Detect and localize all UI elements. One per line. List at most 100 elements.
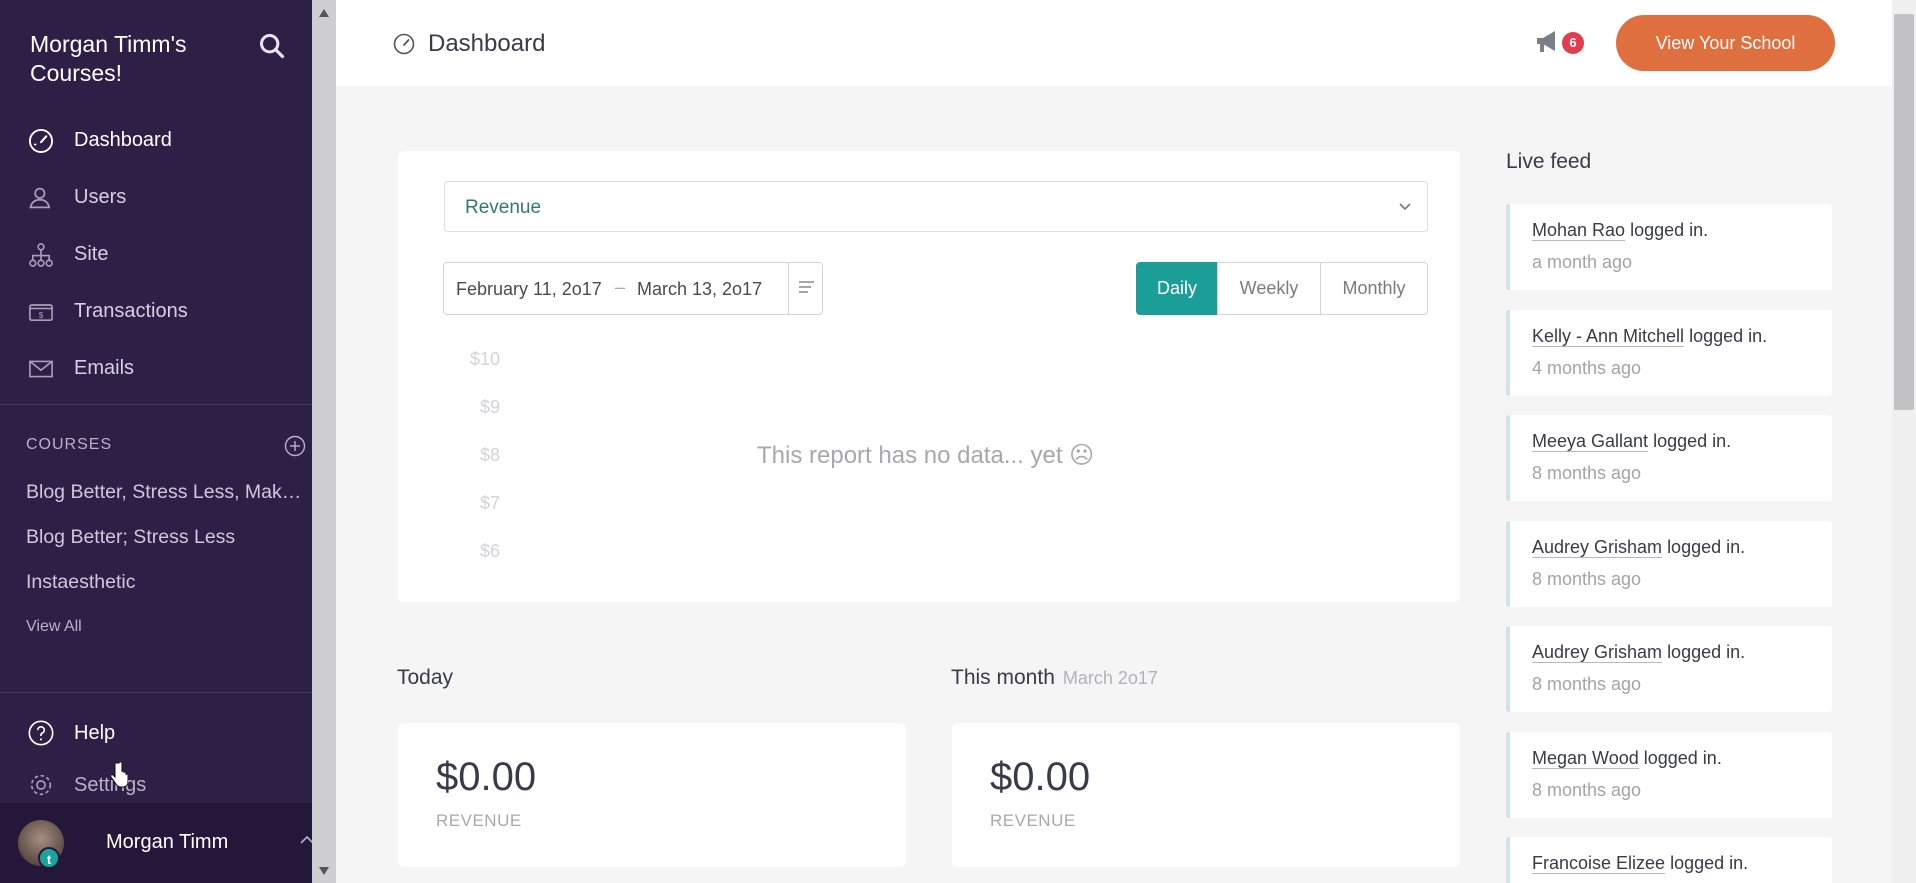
sidebar-item-label: Transactions	[74, 300, 188, 322]
course-link[interactable]: Blog Better; Stress Less	[26, 526, 310, 549]
course-link[interactable]: Instaesthetic	[26, 571, 310, 594]
sidebar-item-label: Emails	[74, 357, 135, 379]
feed-time: 8 months ago	[1532, 569, 1642, 589]
page-scrollbar-thumb[interactable]	[1894, 14, 1914, 410]
period-weekly-button[interactable]: Weekly	[1217, 262, 1321, 315]
feed-item: Audrey Grisham logged in. 8 months ago	[1506, 626, 1832, 712]
sidebar-item-site[interactable]: Site	[0, 226, 312, 283]
period-daily-button[interactable]: Daily	[1136, 262, 1218, 315]
top-header: Dashboard 6 View Your School	[336, 0, 1892, 86]
sidebar-item-transactions[interactable]: $ Transactions	[0, 283, 312, 340]
emails-icon	[26, 354, 56, 384]
sidebar-item-label: Users	[74, 186, 127, 208]
feed-user-link[interactable]: Kelly - Ann Mitchell	[1532, 326, 1685, 347]
month-revenue-label: REVENUE	[990, 811, 1076, 830]
today-revenue-label: REVENUE	[436, 811, 522, 830]
feed-action: logged in.	[1689, 326, 1768, 346]
search-icon[interactable]	[258, 32, 286, 60]
feed-time: 8 months ago	[1532, 463, 1642, 483]
feed-item: Mohan Rao logged in. a month ago	[1506, 204, 1832, 290]
month-revenue-card: $0.00 REVENUE	[952, 723, 1460, 867]
sidebar-item-emails[interactable]: Emails	[0, 340, 312, 397]
feed-item: Kelly - Ann Mitchell logged in. 4 months…	[1506, 310, 1832, 396]
add-course-icon[interactable]	[284, 435, 306, 457]
feed-user-link[interactable]: Mohan Rao	[1532, 220, 1626, 241]
menu-icon	[799, 281, 814, 293]
scroll-up-icon[interactable]	[318, 8, 330, 18]
scroll-down-icon[interactable]	[318, 866, 330, 876]
date-to-input[interactable]: March 13, 2o17	[637, 279, 762, 300]
mouse-cursor-icon	[110, 762, 128, 788]
sidebar-item-help[interactable]: Help	[26, 718, 115, 748]
report-metric-select[interactable]: Revenue	[444, 181, 1428, 232]
period-monthly-button[interactable]: Monthly	[1320, 262, 1428, 315]
sidebar-scrollbar[interactable]	[312, 0, 336, 883]
feed-time: 4 months ago	[1532, 358, 1642, 378]
user-name: Morgan Timm	[106, 831, 229, 853]
feed-user-link[interactable]: Audrey Grisham	[1532, 537, 1663, 558]
feed-action: logged in.	[1643, 748, 1722, 768]
chevron-down-icon	[1399, 203, 1411, 211]
sidebar: Morgan Timm's Courses! Dashboard Users S…	[0, 0, 314, 883]
help-icon	[26, 718, 56, 748]
today-revenue-card: $0.00 REVENUE	[398, 723, 906, 867]
dashboard-icon	[26, 126, 56, 156]
month-revenue-value: $0.00	[990, 755, 1091, 799]
sidebar-divider	[0, 404, 312, 405]
y-tick-label: $8	[479, 445, 500, 465]
feed-action: logged in.	[1653, 431, 1732, 451]
y-tick-label: $9	[479, 397, 500, 417]
report-metric-value: Revenue	[465, 197, 542, 218]
feed-user-link[interactable]: Meeya Gallant	[1532, 431, 1649, 452]
feed-time: 8 months ago	[1532, 674, 1642, 694]
month-heading: This month March 2o17	[951, 666, 1158, 690]
today-heading: Today	[397, 666, 453, 690]
live-feed-title: Live feed	[1506, 150, 1592, 173]
feed-action: logged in.	[1630, 220, 1709, 240]
sidebar-item-dashboard[interactable]: Dashboard	[0, 112, 312, 169]
sidebar-item-label: Site	[74, 243, 109, 265]
feed-user-link[interactable]: Megan Wood	[1532, 748, 1639, 769]
date-separator: –	[615, 277, 626, 297]
feed-time: 8 months ago	[1532, 780, 1642, 800]
dashboard-icon	[393, 33, 415, 55]
course-link[interactable]: Blog Better, Stress Less, Make Money	[26, 481, 310, 504]
feed-item: Megan Wood logged in. 8 months ago	[1506, 732, 1832, 818]
feed-action: logged in.	[1670, 853, 1749, 873]
feed-action: logged in.	[1667, 537, 1746, 557]
date-from-input[interactable]: February 11, 2o17	[456, 279, 602, 300]
feed-item: Meeya Gallant logged in. 8 months ago	[1506, 415, 1832, 501]
page-title: Dashboard	[428, 30, 546, 57]
sidebar-item-settings[interactable]: Settings	[26, 770, 146, 800]
transactions-icon: $	[26, 297, 56, 327]
feed-action: logged in.	[1667, 642, 1746, 662]
sidebar-divider	[0, 692, 312, 693]
avatar-badge: t	[38, 847, 60, 869]
school-name[interactable]: Morgan Timm's Courses!	[30, 30, 240, 88]
feed-item: Audrey Grisham logged in. 8 months ago	[1506, 521, 1832, 607]
sidebar-item-label: Help	[74, 721, 116, 744]
users-icon	[26, 183, 56, 213]
view-school-button[interactable]: View Your School	[1616, 15, 1835, 71]
notification-badge: 6	[1562, 32, 1584, 54]
month-subheading: March 2o17	[1062, 668, 1158, 688]
feed-user-link[interactable]: Francoise Elizee	[1532, 853, 1666, 874]
sidebar-item-users[interactable]: Users	[0, 169, 312, 226]
y-tick-label: $6	[479, 541, 500, 561]
today-revenue-value: $0.00	[436, 755, 537, 799]
feed-user-link[interactable]: Audrey Grisham	[1532, 642, 1663, 663]
y-tick-label: $10	[469, 349, 500, 369]
sidebar-item-label: Dashboard	[74, 129, 172, 151]
site-icon	[26, 240, 56, 270]
gear-icon	[26, 770, 56, 800]
date-range-picker: February 11, 2o17 – March 13, 2o17	[443, 262, 823, 315]
today-heading-text: Today	[397, 666, 454, 689]
feed-time: a month ago	[1532, 252, 1633, 272]
y-tick-label: $7	[479, 493, 500, 513]
user-menu[interactable]: t Morgan Timm	[0, 803, 314, 883]
megaphone-icon[interactable]	[1534, 28, 1564, 56]
month-heading-text: This month	[951, 666, 1055, 689]
date-presets-button[interactable]	[788, 263, 823, 314]
svg-text:$: $	[39, 310, 44, 319]
view-all-courses-link[interactable]: View All	[26, 618, 82, 636]
